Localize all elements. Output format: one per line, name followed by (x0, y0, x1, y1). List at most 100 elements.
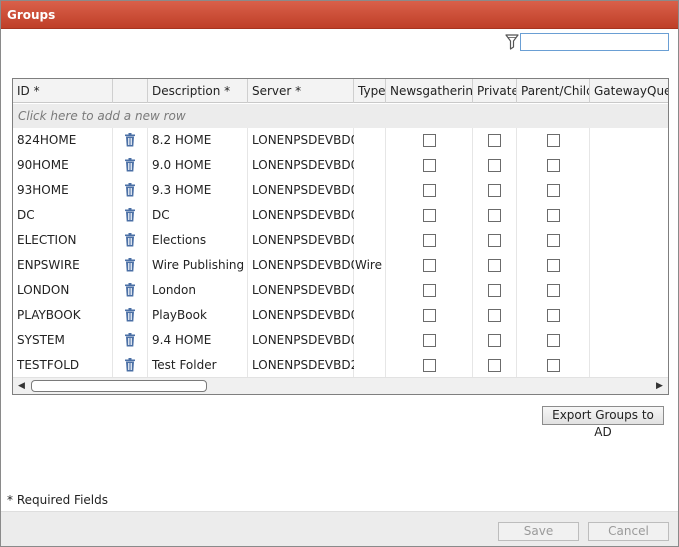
newsgathering-checkbox[interactable] (423, 284, 436, 297)
private-checkbox[interactable] (488, 309, 501, 322)
cell-id[interactable]: ELECTION (13, 228, 113, 253)
cell-id[interactable]: LONDON (13, 278, 113, 303)
table-row[interactable]: 824HOME 8.2 HOMELONENPSDEVBD04 (13, 128, 668, 153)
horizontal-scrollbar[interactable]: ◀ ▶ (13, 377, 668, 394)
cell-server[interactable]: LONENPSDEVBD02 (248, 328, 354, 353)
cell-type[interactable] (351, 303, 386, 328)
trash-icon[interactable] (124, 183, 136, 197)
newsgathering-checkbox[interactable] (423, 159, 436, 172)
header-col-parent-child[interactable]: Parent/Child (517, 79, 590, 103)
cell-description[interactable]: 9.0 HOME (148, 153, 248, 178)
newsgathering-checkbox[interactable] (423, 334, 436, 347)
table-row[interactable]: DCDCLONENPSDEVBD02 (13, 203, 668, 228)
cell-id[interactable]: 93HOME (13, 178, 113, 203)
cell-type[interactable] (351, 203, 386, 228)
cell-server[interactable]: LONENPSDEVBD22 (248, 353, 354, 378)
cell-type[interactable]: Wire (351, 253, 386, 278)
parent-child-checkbox[interactable] (547, 234, 560, 247)
cell-type[interactable] (351, 128, 386, 153)
header-col-server[interactable]: Server * (248, 79, 354, 103)
trash-icon[interactable] (124, 208, 136, 222)
cell-id[interactable]: ENPSWIRE (13, 253, 113, 278)
cell-server[interactable]: LONENPSDEVBD03 (248, 153, 354, 178)
filter-input[interactable] (520, 33, 669, 51)
private-checkbox[interactable] (488, 259, 501, 272)
cell-id[interactable]: 90HOME (13, 153, 113, 178)
trash-icon[interactable] (124, 358, 136, 372)
parent-child-checkbox[interactable] (547, 159, 560, 172)
table-row[interactable]: ELECTION ElectionsLONENPSDEVBD02 (13, 228, 668, 253)
trash-icon[interactable] (124, 308, 136, 322)
cell-id[interactable]: PLAYBOOK (13, 303, 113, 328)
newsgathering-checkbox[interactable] (423, 259, 436, 272)
parent-child-checkbox[interactable] (547, 284, 560, 297)
trash-icon[interactable] (124, 283, 136, 297)
cell-id[interactable]: 824HOME (13, 128, 113, 153)
parent-child-checkbox[interactable] (547, 184, 560, 197)
parent-child-checkbox[interactable] (547, 359, 560, 372)
newsgathering-checkbox[interactable] (423, 309, 436, 322)
cell-server[interactable]: LONENPSDEVBD02 (248, 303, 354, 328)
private-checkbox[interactable] (488, 184, 501, 197)
cell-description[interactable]: DC (148, 203, 248, 228)
newsgathering-checkbox[interactable] (423, 359, 436, 372)
chevron-right-icon[interactable]: ▶ (651, 378, 668, 394)
cell-description[interactable]: 9.3 HOME (148, 178, 248, 203)
cell-type[interactable] (351, 328, 386, 353)
header-col-gatewayqueue[interactable]: GatewayQueue (590, 79, 668, 103)
parent-child-checkbox[interactable] (547, 209, 560, 222)
trash-icon[interactable] (124, 158, 136, 172)
header-col-newsgathering[interactable]: Newsgathering (386, 79, 473, 103)
cell-id[interactable]: DC (13, 203, 113, 228)
table-row[interactable]: ENPSWIRE Wire PublishingLONENPSDEVBD02Wir… (13, 253, 668, 278)
table-row[interactable]: LONDON LondonLONENPSDEVBD02 (13, 278, 668, 303)
add-new-row[interactable]: Click here to add a new row (13, 104, 668, 128)
header-col-private[interactable]: Private (473, 79, 517, 103)
cell-server[interactable]: LONENPSDEVBD02 (248, 253, 354, 278)
trash-icon[interactable] (124, 333, 136, 347)
private-checkbox[interactable] (488, 159, 501, 172)
cell-type[interactable] (351, 178, 386, 203)
private-checkbox[interactable] (488, 359, 501, 372)
newsgathering-checkbox[interactable] (423, 184, 436, 197)
cell-server[interactable]: LONENPSDEVBD02 (248, 228, 354, 253)
table-row[interactable]: 90HOME 9.0 HOMELONENPSDEVBD03 (13, 153, 668, 178)
private-checkbox[interactable] (488, 284, 501, 297)
cell-type[interactable] (351, 153, 386, 178)
cell-description[interactable]: 8.2 HOME (148, 128, 248, 153)
trash-icon[interactable] (124, 233, 136, 247)
cell-id[interactable]: TESTFOLD (13, 353, 113, 378)
private-checkbox[interactable] (488, 134, 501, 147)
newsgathering-checkbox[interactable] (423, 209, 436, 222)
newsgathering-checkbox[interactable] (423, 234, 436, 247)
table-row[interactable]: PLAYBOOK PlayBookLONENPSDEVBD02 (13, 303, 668, 328)
cell-type[interactable] (351, 353, 386, 378)
save-button[interactable]: Save (498, 522, 579, 541)
cell-server[interactable]: LONENPSDEVBD02 (248, 203, 354, 228)
cell-server[interactable]: LONENPSDEVBD04 (248, 128, 354, 153)
cell-server[interactable]: LONENPSDEVBD02 (248, 278, 354, 303)
parent-child-checkbox[interactable] (547, 334, 560, 347)
cell-server[interactable]: LONENPSDEVBD05 (248, 178, 354, 203)
table-row[interactable]: 93HOME 9.3 HOMELONENPSDEVBD05 (13, 178, 668, 203)
cancel-button[interactable]: Cancel (588, 522, 669, 541)
private-checkbox[interactable] (488, 209, 501, 222)
parent-child-checkbox[interactable] (547, 259, 560, 272)
cell-type[interactable] (351, 228, 386, 253)
table-row[interactable]: SYSTEM 9.4 HOMELONENPSDEVBD02 (13, 328, 668, 353)
cell-description[interactable]: Wire Publishing (148, 253, 248, 278)
parent-child-checkbox[interactable] (547, 309, 560, 322)
newsgathering-checkbox[interactable] (423, 134, 436, 147)
trash-icon[interactable] (124, 258, 136, 272)
header-col-id[interactable]: ID * (13, 79, 113, 103)
cell-description[interactable]: London (148, 278, 248, 303)
trash-icon[interactable] (124, 133, 136, 147)
parent-child-checkbox[interactable] (547, 134, 560, 147)
cell-description[interactable]: 9.4 HOME (148, 328, 248, 353)
header-col-description[interactable]: Description * (148, 79, 248, 103)
cell-description[interactable]: PlayBook (148, 303, 248, 328)
cell-id[interactable]: SYSTEM (13, 328, 113, 353)
cell-description[interactable]: Test Folder (148, 353, 248, 378)
cell-description[interactable]: Elections (148, 228, 248, 253)
filter-icon[interactable] (505, 34, 519, 50)
